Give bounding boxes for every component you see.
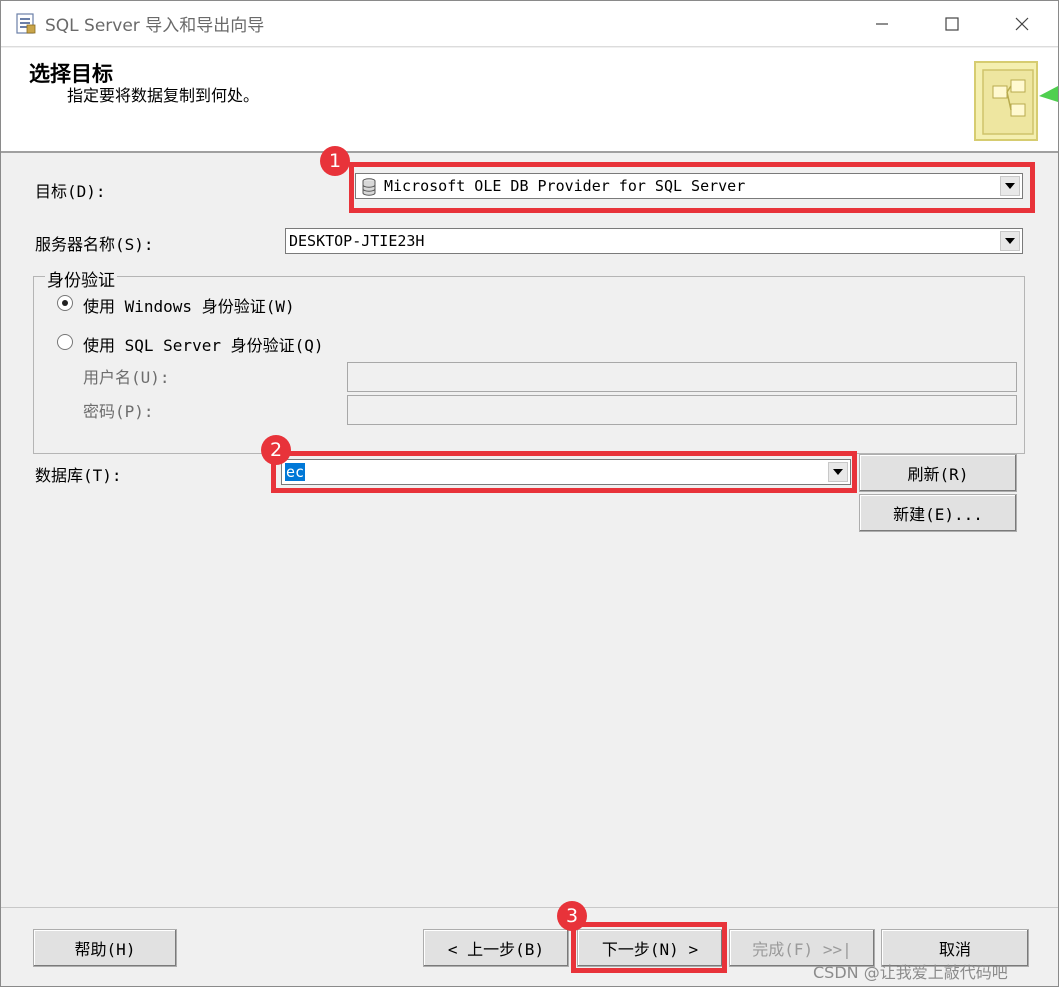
new-database-button[interactable]: 新建(E)... — [859, 494, 1017, 532]
close-icon[interactable] — [987, 1, 1057, 47]
window-title: SQL Server 导入和导出向导 — [45, 16, 265, 36]
help-button[interactable]: 帮助(H) — [33, 929, 177, 967]
windows-auth-radio[interactable] — [57, 295, 73, 311]
username-label: 用户名(U): — [83, 368, 170, 387]
back-button[interactable]: < 上一步(B) — [423, 929, 569, 967]
refresh-button[interactable]: 刷新(R) — [859, 454, 1017, 492]
username-field[interactable] — [347, 362, 1017, 392]
watermark-text: CSDN @让我爱上敲代码吧 — [813, 963, 1008, 982]
minimize-icon[interactable] — [847, 1, 917, 47]
annotation-badge-1: 1 — [320, 146, 350, 176]
password-label: 密码(P): — [83, 402, 154, 421]
wizard-window: SQL Server 导入和导出向导 选择目标 指定要将数据复制到何处。 目标(… — [0, 0, 1059, 987]
authentication-group-title: 身份验证 — [45, 266, 117, 291]
database-label: 数据库(T): — [35, 466, 122, 485]
highlight-next — [571, 922, 727, 973]
maximize-icon[interactable] — [917, 1, 987, 47]
sql-auth-radio[interactable] — [57, 334, 73, 350]
annotation-badge-2: 2 — [261, 435, 291, 465]
windows-auth-label[interactable]: 使用 Windows 身份验证(W) — [83, 293, 295, 317]
wizard-header: 选择目标 指定要将数据复制到何处。 — [1, 48, 1058, 153]
wizard-graphic-icon — [974, 61, 1058, 141]
server-name-label: 服务器名称(S): — [35, 235, 154, 254]
chevron-down-icon[interactable] — [1000, 231, 1020, 251]
sql-auth-label[interactable]: 使用 SQL Server 身份验证(Q) — [83, 332, 324, 356]
wizard-app-icon — [16, 13, 36, 34]
title-bar: SQL Server 导入和导出向导 — [1, 1, 1058, 47]
server-name-value: DESKTOP-JTIE23H — [289, 232, 425, 250]
destination-label: 目标(D): — [35, 182, 106, 201]
annotation-badge-3: 3 — [557, 901, 587, 931]
password-field[interactable] — [347, 395, 1017, 425]
highlight-destination — [349, 162, 1035, 213]
page-subtitle: 指定要将数据复制到何处。 — [67, 86, 260, 105]
highlight-database — [271, 451, 857, 493]
server-name-combo[interactable]: DESKTOP-JTIE23H — [285, 228, 1023, 254]
